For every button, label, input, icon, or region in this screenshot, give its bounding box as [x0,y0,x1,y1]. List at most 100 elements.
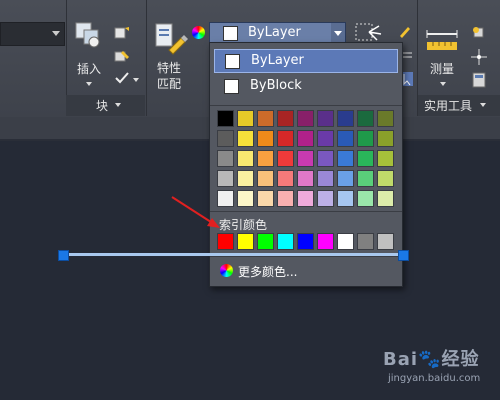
palette-color-swatch[interactable] [317,190,334,207]
insert-block-icon[interactable] [74,20,104,52]
palette-color-swatch[interactable] [337,130,354,147]
pencil-icon[interactable] [398,24,410,38]
chevron-down-icon[interactable] [86,82,92,86]
dropdown-item-byblock[interactable]: ByBlock [214,75,396,97]
index-color-swatch[interactable] [257,233,274,250]
color-dropdown: ByLayer ByBlock 索引颜色 更多颜色... [209,42,403,287]
match-properties-label-line1: 特性 [157,61,182,75]
palette-color-swatch[interactable] [217,150,234,167]
measure-button-label[interactable]: 测量 [430,61,454,77]
dropdown-item-bylayer[interactable]: ByLayer [214,49,398,73]
palette-color-swatch[interactable] [357,110,374,127]
palette-color-swatch[interactable] [277,170,294,187]
palette-color-swatch[interactable] [257,110,274,127]
list-icon[interactable] [402,50,412,60]
line-end-grip[interactable] [398,250,409,261]
watermark-url: jingyan.baidu.com [388,373,481,384]
index-color-swatch[interactable] [337,233,354,250]
index-color-swatch[interactable] [277,233,294,250]
insert-button-label[interactable]: 插入 [77,61,101,77]
index-color-swatch[interactable] [377,233,394,250]
palette-color-swatch[interactable] [297,110,314,127]
palette-color-swatch[interactable] [377,190,394,207]
color-combo[interactable]: ByLayer [209,22,346,44]
line-start-grip[interactable] [58,250,69,261]
palette-color-swatch[interactable] [297,190,314,207]
color-swatch [223,26,238,41]
palette-color-swatch[interactable] [297,150,314,167]
palette-color-swatch[interactable] [377,130,394,147]
measure-icon[interactable] [425,28,459,52]
chevron-down-icon[interactable] [440,82,446,86]
palette-color-swatch[interactable] [337,110,354,127]
palette-color-swatch[interactable] [237,130,254,147]
palette-color-swatch[interactable] [337,150,354,167]
match-properties-label[interactable]: 特性 匹配 [157,60,181,92]
palette-color-swatch[interactable] [317,150,334,167]
palette-color-swatch[interactable] [337,170,354,187]
palette-color-swatch[interactable] [357,170,374,187]
selected-line[interactable] [62,253,404,256]
palette-color-swatch[interactable] [237,150,254,167]
palette-color-swatch[interactable] [377,170,394,187]
block-panel-label[interactable]: 块 [96,97,108,114]
match-properties-icon[interactable] [155,22,189,56]
palette-color-swatch[interactable] [237,190,254,207]
match-properties-label-line2: 匹配 [157,77,182,91]
dropdown-item-label: ByLayer [251,53,304,68]
palette-color-swatch[interactable] [257,170,274,187]
block-attribute-icon[interactable] [114,71,130,85]
annotation-arrow-icon [171,196,220,228]
palette-color-swatch[interactable] [217,110,234,127]
index-color-swatch[interactable] [297,233,314,250]
palette-color-swatch[interactable] [277,150,294,167]
palette-color-swatch[interactable] [277,110,294,127]
divider [210,105,402,106]
utilities-panel-label[interactable]: 实用工具 [424,97,472,114]
watermark-logo: Bai🐾经验 [383,349,480,370]
calculator-icon[interactable] [472,72,486,88]
edit-block-icon[interactable] [114,49,130,63]
quick-select-icon[interactable] [470,24,488,42]
more-colors-item[interactable]: 更多颜色... [216,261,396,281]
chevron-down-icon[interactable] [133,78,139,82]
palette-color-swatch[interactable] [317,110,334,127]
palette-color-swatch[interactable] [337,190,354,207]
color-combo-value: ByLayer [248,25,301,40]
chevron-down-icon [334,31,342,36]
chevron-down-icon[interactable] [115,103,121,107]
index-color-swatch[interactable] [237,233,254,250]
palette-color-swatch[interactable] [277,190,294,207]
watermark: Bai🐾经验 jingyan.baidu.com [383,345,480,384]
palette-color-swatch[interactable] [237,110,254,127]
index-color-swatch[interactable] [217,233,234,250]
palette-color-swatch[interactable] [357,190,374,207]
palette-color-swatch[interactable] [217,170,234,187]
color-wheel-icon [192,26,205,39]
palette-color-swatch[interactable] [257,190,274,207]
palette-color-swatch[interactable] [257,130,274,147]
palette-color-swatch[interactable] [257,150,274,167]
combo-dropdown-button[interactable] [331,23,345,43]
palette-color-swatch[interactable] [237,170,254,187]
divider [210,211,402,212]
palette-color-swatch[interactable] [357,150,374,167]
index-color-swatch[interactable] [357,233,374,250]
properties-panel-icon[interactable] [355,22,385,44]
palette-color-swatch[interactable] [297,170,314,187]
point-icon[interactable] [470,48,488,66]
create-block-icon[interactable] [114,26,130,40]
palette-color-swatch[interactable] [277,130,294,147]
palette-color-swatch[interactable] [297,130,314,147]
color-swatch [225,54,240,69]
palette-color-swatch[interactable] [317,130,334,147]
palette-color-swatch[interactable] [357,130,374,147]
palette-color-swatch[interactable] [217,130,234,147]
dropdown-item-label: ByBlock [250,78,302,93]
index-color-swatch[interactable] [317,233,334,250]
chevron-down-icon[interactable] [480,103,486,107]
palette-color-swatch[interactable] [317,170,334,187]
palette-color-swatch[interactable] [377,110,394,127]
palette-color-swatch[interactable] [377,150,394,167]
layer-combo[interactable] [0,22,65,46]
